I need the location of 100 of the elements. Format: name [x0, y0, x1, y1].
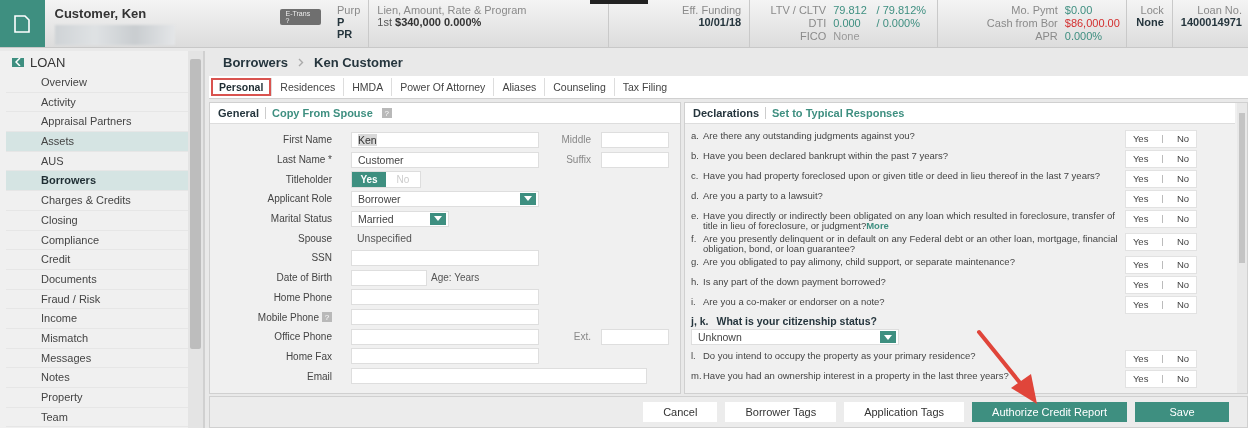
payment-value: 0.000% — [1064, 30, 1104, 43]
sidebar-item[interactable]: Credit — [6, 250, 188, 270]
payment-value: $0.00 — [1064, 4, 1094, 17]
yes-option[interactable]: Yes — [1132, 354, 1149, 364]
purpose-value: PR — [337, 28, 354, 40]
tab[interactable]: Power Of Attorney — [391, 78, 494, 96]
ratio-label: LTV / CLTV — [769, 4, 827, 17]
footer-button[interactable]: Cancel — [643, 402, 718, 422]
dropdown[interactable]: Borrower — [351, 190, 539, 207]
input-field[interactable] — [351, 368, 647, 385]
input-field[interactable] — [351, 348, 539, 365]
no-option[interactable]: No — [1176, 260, 1190, 270]
footer-button[interactable]: Borrower Tags — [725, 402, 837, 422]
sidebar-item[interactable]: Overview — [6, 73, 188, 93]
input-field[interactable] — [601, 151, 669, 168]
yes-option[interactable]: Yes — [1132, 280, 1149, 290]
question-text: Are you a co-maker or endorser on a note? — [703, 295, 886, 307]
yes-option[interactable]: Yes — [1132, 260, 1149, 270]
no-option[interactable]: No — [1176, 374, 1190, 384]
yes-option[interactable]: Yes — [1132, 194, 1149, 204]
ratio-value: 0.000 — [833, 17, 862, 30]
yes-option[interactable]: Yes — [1132, 154, 1149, 164]
tab[interactable]: Tax Filing — [613, 78, 676, 96]
no-option[interactable]: No — [1176, 154, 1190, 164]
borrower-name: Customer, Ken — [54, 6, 148, 21]
question-letter: f. — [691, 232, 698, 244]
chevron-icon — [298, 57, 305, 67]
input-field[interactable] — [351, 289, 539, 306]
field-label: First Name — [283, 134, 332, 146]
input-field[interactable]: Customer — [351, 151, 539, 168]
input-field[interactable]: Ken — [351, 131, 539, 148]
yes-option[interactable]: Yes — [1132, 374, 1149, 384]
yes-option[interactable]: Yes — [1132, 134, 1149, 144]
no-option[interactable]: No — [1176, 354, 1190, 364]
no-option[interactable]: No — [1176, 174, 1190, 184]
footer-button[interactable]: Save — [1135, 402, 1229, 422]
caret-icon — [520, 192, 536, 205]
tab[interactable]: Personal — [211, 78, 272, 96]
question-letter: b. — [691, 149, 700, 161]
sidebar-item[interactable]: Income — [6, 309, 188, 329]
copy-link[interactable]: Copy From Spouse — [271, 107, 373, 119]
scrollbar[interactable] — [1237, 103, 1247, 393]
yes-option[interactable]: Yes — [1132, 214, 1149, 224]
toggle-option[interactable]: Yes — [352, 171, 386, 187]
ratio-label: DTI — [807, 17, 827, 30]
footer-button[interactable]: Application Tags — [844, 402, 965, 422]
tab[interactable]: HMDA — [343, 78, 392, 96]
funding-label: Eff. Funding — [682, 4, 742, 16]
footer-button[interactable]: Authorize Credit Report — [972, 402, 1127, 422]
ratio-value: 79.812 — [833, 4, 868, 17]
question-letter: l. — [691, 349, 697, 361]
question-text: Are you presently delinquent or in default on any Federal debt or an other loan, mortgage, financial obligation, bond, or loan guarantee? — [703, 232, 1119, 254]
question-letter: g. — [691, 255, 700, 267]
scrollbar[interactable] — [188, 51, 203, 428]
ratio-value: / 79.812% — [876, 4, 928, 17]
funding-date: 10/01/18 — [698, 16, 742, 28]
ratio-label: FICO — [798, 30, 827, 43]
no-option[interactable]: No — [1176, 214, 1190, 224]
field-label: Suffix — [565, 154, 592, 166]
tab[interactable]: Counseling — [544, 78, 614, 96]
field-label: Ext. — [572, 331, 592, 343]
input-field[interactable] — [351, 249, 539, 266]
lien-label: Lien, Amount, Rate & Program — [377, 4, 528, 16]
loan-number-label: Loan No. — [1197, 4, 1242, 16]
payment-label: Cash from Bor — [985, 17, 1058, 30]
sidebar-item[interactable]: Assets — [6, 132, 188, 152]
tab[interactable]: Residences — [271, 78, 344, 96]
sidebar-item[interactable]: Charges & Credits — [6, 191, 188, 211]
input-field[interactable] — [601, 131, 669, 148]
typical-responses-link[interactable]: Set to Typical Responses — [772, 107, 905, 119]
date-field[interactable] — [351, 269, 427, 286]
purpose-value: P — [337, 16, 346, 28]
tab[interactable]: Aliases — [493, 78, 545, 96]
no-option[interactable]: No — [1176, 194, 1190, 204]
sidebar-item[interactable]: Property — [6, 388, 188, 408]
input-field[interactable] — [351, 328, 539, 345]
yes-option[interactable]: Yes — [1132, 237, 1149, 247]
collapse-icon[interactable] — [12, 57, 24, 67]
payment-label: APR — [1034, 30, 1058, 43]
input-field[interactable] — [601, 328, 669, 345]
lock-value: None — [1136, 16, 1164, 28]
breadcrumb-link[interactable]: Borrowers — [223, 54, 289, 70]
question-text: Are there any outstanding judgments against you? — [703, 129, 916, 141]
dropdown[interactable]: Married — [351, 210, 449, 227]
yes-option[interactable]: Yes — [1132, 174, 1149, 184]
yes-option[interactable]: Yes — [1132, 300, 1149, 310]
field-label: Middle — [560, 134, 592, 146]
field-label: SSN — [311, 252, 332, 264]
question-text: Do you intend to occupy the property as your primary residence? — [703, 349, 977, 361]
question-text: Have you been declared bankrupt within the past 7 years? — [703, 149, 950, 161]
sidebar-title: LOAN — [30, 54, 66, 70]
input-field[interactable] — [351, 309, 539, 326]
dropdown[interactable]: Unknown — [691, 329, 899, 345]
no-option[interactable]: No — [1176, 237, 1190, 247]
no-option[interactable]: No — [1176, 300, 1190, 310]
sidebar-item[interactable]: Borrowers — [6, 171, 188, 192]
no-option[interactable]: No — [1176, 280, 1190, 290]
no-option[interactable]: No — [1176, 134, 1190, 144]
field-label: Titleholder — [285, 173, 332, 185]
question-text: What is your citizenship status? — [716, 315, 877, 327]
